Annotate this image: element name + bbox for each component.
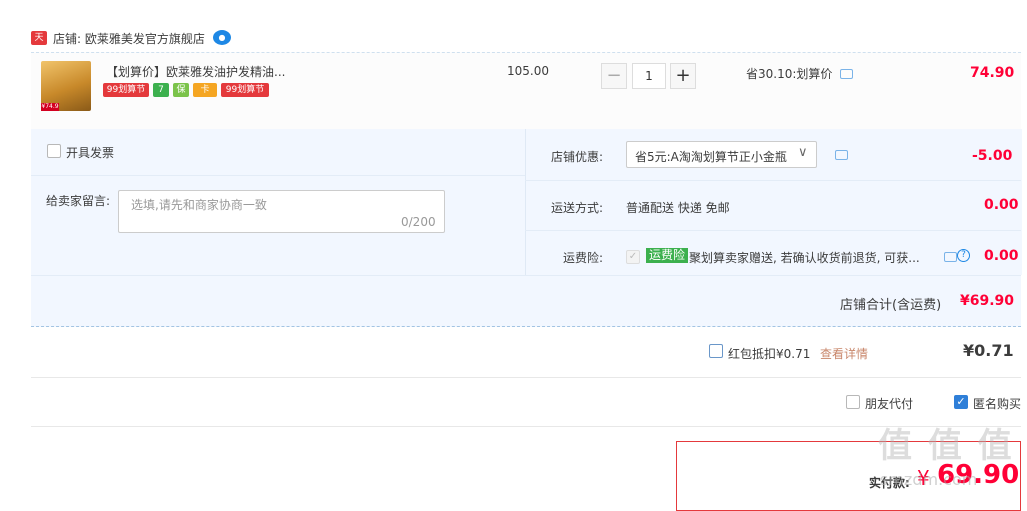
comment-icon[interactable] xyxy=(840,69,853,79)
chevron-down-icon: ∨ xyxy=(798,145,808,160)
divider xyxy=(525,180,1021,181)
friend-pay-checkbox[interactable] xyxy=(846,395,860,409)
insurance-amount: 0.00 xyxy=(984,248,1019,264)
shipping-value: 普通配送 快递 免邮 xyxy=(626,201,730,215)
card-icon: 卡 xyxy=(193,83,217,97)
help-icon[interactable]: ? xyxy=(957,249,970,262)
divider xyxy=(525,230,1021,231)
divider xyxy=(31,175,525,176)
shop-discount-value: 省5元:A淘淘划算节正小金瓶 xyxy=(635,150,787,164)
chat-bubble-icon[interactable]: ● xyxy=(213,30,231,45)
insurance-text: 聚划算卖家赠送, 若确认收货前退货, 可获... xyxy=(689,251,920,265)
shipping-label: 运送方式: xyxy=(551,201,604,215)
watermark-logo: 值 值 值 xyxy=(878,426,1014,466)
insurance-tag: 运费险 xyxy=(646,248,689,263)
shop-header: 店铺: 欧莱雅美发官方旗舰店 xyxy=(53,30,205,47)
divider xyxy=(31,377,1021,378)
tmall-badge-icon: 天猫 xyxy=(31,31,47,57)
redpacket-amount: ¥0.71 xyxy=(963,341,1014,360)
redpacket-detail-link[interactable]: 查看详情 xyxy=(820,345,868,362)
insurance-checkbox[interactable]: ✓ xyxy=(626,250,640,264)
guarantee-icon: 保 xyxy=(173,83,189,97)
watermark-url: smzdm.com xyxy=(880,470,978,489)
promo-tag-icon: 99划算节 xyxy=(103,83,149,97)
quantity-decrease-button[interactable]: − xyxy=(601,63,627,89)
item-total: 74.90 xyxy=(970,65,1015,81)
message-char-count: 0/200 xyxy=(401,215,436,229)
product-title-link[interactable]: 【划算价】欧莱雅发油护发精油... xyxy=(106,63,285,80)
invoice-checkbox[interactable] xyxy=(47,144,61,158)
subtotal-label: 店铺合计(含运费) xyxy=(840,298,942,313)
invoice-label: 开具发票 xyxy=(66,146,115,160)
friend-pay-label: 朋友代付 xyxy=(865,397,914,411)
divider xyxy=(31,426,1021,427)
anonymous-checkbox[interactable]: ✓ xyxy=(954,395,968,409)
message-placeholder: 选填,请先和商家协商一致 xyxy=(131,198,267,212)
comment-icon[interactable] xyxy=(944,252,957,262)
divider xyxy=(31,275,1021,276)
insurance-label: 运费险: xyxy=(563,251,604,265)
redpacket-checkbox[interactable] xyxy=(709,344,723,358)
seven-day-return-icon: 7 xyxy=(153,83,169,97)
thumbnail-price-tag: ¥74.9 xyxy=(41,103,59,111)
subtotal-value: ¥69.90 xyxy=(960,293,1015,309)
quantity-increase-button[interactable]: + xyxy=(670,63,696,89)
promo-tag-icon-2: 99划算节 xyxy=(221,83,269,97)
shipping-amount: 0.00 xyxy=(984,197,1019,213)
shop-discount-label: 店铺优惠: xyxy=(551,150,604,164)
redpacket-label: 红包抵扣¥0.71 xyxy=(728,347,811,361)
anonymous-label: 匿名购买 xyxy=(973,397,1022,411)
comment-icon[interactable] xyxy=(835,150,848,160)
message-label: 给卖家留言: xyxy=(46,194,111,208)
unit-price: 105.00 xyxy=(507,64,549,78)
shop-discount-amount: -5.00 xyxy=(972,148,1013,164)
shop-label: 店铺: xyxy=(53,32,82,46)
quantity-input[interactable]: 1 xyxy=(632,63,666,89)
shop-name-link[interactable]: 欧莱雅美发官方旗舰店 xyxy=(85,32,205,46)
discount-note: 省30.10:划算价 xyxy=(746,67,833,81)
